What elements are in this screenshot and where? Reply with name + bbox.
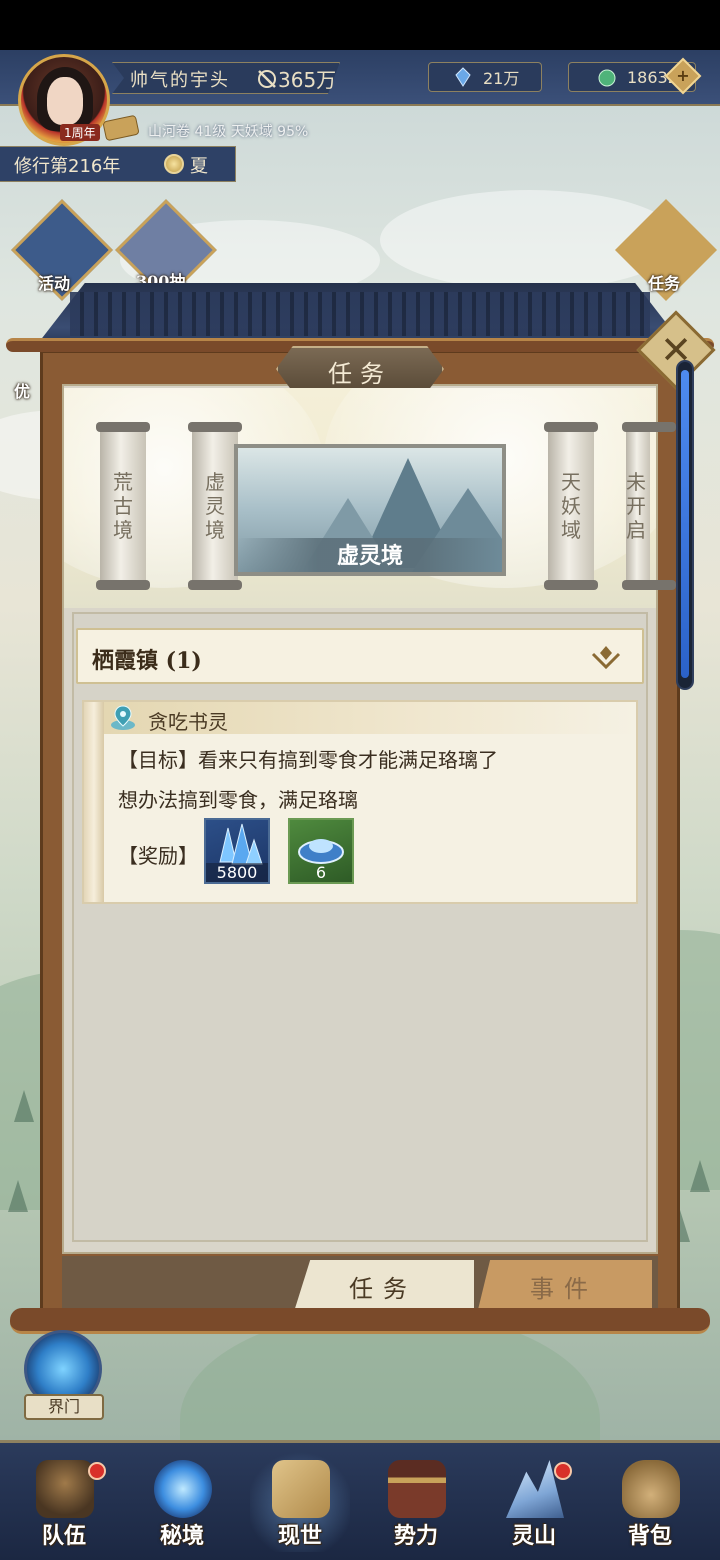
jade-pouch-icon: [598, 69, 616, 87]
notification-dot: [554, 1462, 572, 1480]
scrollbar-thumb[interactable]: [681, 370, 689, 678]
anniversary-badge: 1周年: [60, 124, 100, 141]
nav-world-label: 现世: [277, 1523, 322, 1549]
task-description: 想办法搞到零食，满足珞璃: [118, 788, 358, 812]
nav-team-label: 队伍: [41, 1523, 86, 1549]
combat-power-value: 365万: [278, 68, 337, 92]
notification-dot: [88, 1462, 106, 1480]
region-label-tianyao: 天妖域: [561, 470, 581, 542]
nav-secret-realm[interactable]: 秘境: [132, 1448, 232, 1552]
card-spine: [84, 702, 104, 902]
reward-label: 【奖励】: [118, 844, 198, 868]
reward-count: 5800: [206, 863, 268, 882]
region-label-xuling: 虚灵境: [205, 470, 225, 542]
map-progress-info: 山河卷 41级 天妖域 95%: [148, 124, 309, 140]
nav-bag-label: 背包: [627, 1523, 672, 1549]
reward-count: 6: [315, 863, 327, 882]
roof-tiles: [70, 292, 650, 336]
nav-team[interactable]: 队伍: [14, 1448, 114, 1552]
map-pin-icon: [111, 705, 135, 730]
task-label: 任务: [648, 274, 681, 293]
nav-world[interactable]: 现世: [250, 1448, 350, 1552]
nav-faction[interactable]: 势力: [366, 1448, 466, 1552]
bag-icon: [622, 1460, 680, 1518]
nav-secret-realm-label: 秘境: [159, 1523, 204, 1549]
nav-spirit-mountain[interactable]: 灵山: [484, 1448, 584, 1552]
task-title: 贪吃书灵: [148, 710, 228, 734]
player-name: 帅气的宇头: [130, 70, 230, 91]
reward-item-jade[interactable]: 6: [288, 818, 354, 884]
map-scroll-icon: [272, 1460, 330, 1518]
location-group-title: 栖霞镇 (1): [92, 648, 202, 674]
crossed-swords-icon: [258, 70, 276, 88]
crystal-resource[interactable]: 21万: [428, 62, 542, 92]
region-label-locked: 未开启: [626, 470, 646, 542]
crystal-amount: 21万: [483, 69, 520, 88]
featured-region-label: 虚灵境: [336, 543, 403, 569]
activity-label: 活动: [38, 274, 71, 293]
pagoda-icon: [388, 1460, 446, 1518]
reward-item-crystal[interactable]: 5800: [204, 818, 270, 884]
blue-crystal-icon: [455, 67, 471, 87]
nav-spirit-mountain-label: 灵山: [511, 1523, 556, 1549]
team-hat-icon: [36, 1460, 94, 1518]
season-icon: [164, 154, 184, 174]
nav-faction-label: 势力: [393, 1523, 438, 1549]
realm-gate-label[interactable]: 界门: [24, 1394, 104, 1420]
vortex-icon: [154, 1460, 212, 1518]
plus-icon: +: [676, 66, 690, 85]
preferential-label: 优: [14, 382, 31, 401]
task-goal: 【目标】看来只有搞到零食才能满足珞璃了: [118, 748, 498, 772]
combat-power: 365万: [256, 64, 336, 93]
collapse-chevron-icon[interactable]: [590, 644, 622, 670]
panel-title: 任务: [328, 360, 392, 388]
season-label: 夏: [190, 156, 208, 177]
nav-bag[interactable]: 背包: [600, 1448, 700, 1552]
cultivation-year: 修行第216年: [14, 156, 121, 177]
panel-bottom-beam: [10, 1308, 710, 1334]
region-label-huanggu: 荒古境: [113, 470, 133, 542]
world-scrollbar[interactable]: [676, 360, 694, 690]
